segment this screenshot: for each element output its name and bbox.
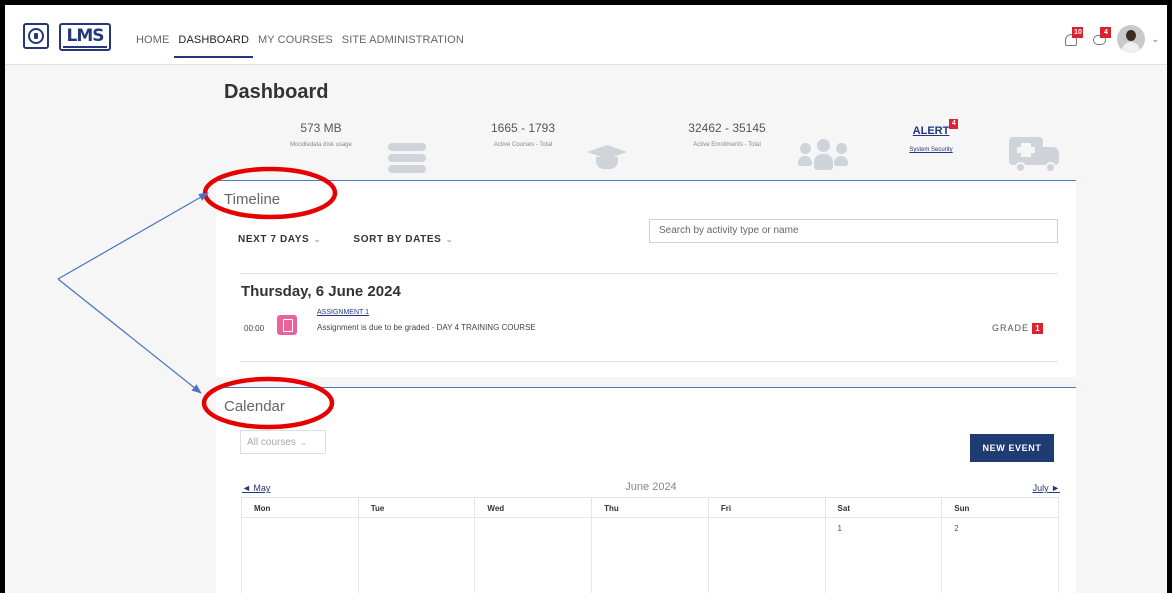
alert-label: ALERT [912, 125, 950, 137]
current-month: June 2024 [625, 481, 677, 493]
weekday-header: Tue [357, 497, 476, 518]
chevron-down-icon: ⌄ [445, 234, 454, 244]
divider [240, 361, 1058, 362]
chevron-down-icon: ⌄ [313, 234, 322, 244]
filter-days-dropdown[interactable]: NEXT 7 DAYS ⌄ [238, 234, 321, 245]
course-filter-value: All courses [247, 437, 296, 448]
messages-button[interactable]: 4 [1089, 27, 1112, 49]
stat-value: 573 MB [300, 121, 342, 135]
calendar-day-cell[interactable]: 1 [824, 517, 943, 593]
weekday-header: Thu [591, 497, 709, 518]
user-avatar[interactable] [1117, 25, 1146, 53]
timeline-date-heading: Thursday, 6 June 2024 [241, 283, 401, 300]
weekday-header: Mon [241, 497, 359, 518]
notifications-badge: 10 [1072, 27, 1084, 38]
filter-days-label: NEXT 7 DAYS [238, 234, 310, 245]
new-event-button[interactable]: NEW EVENT [970, 434, 1054, 462]
stats-strip: 573 MB Moodledata disk usage 1665 - 1793… [216, 115, 1076, 179]
lms-logo-text: LMS [66, 26, 105, 46]
users-icon [798, 139, 848, 171]
assignment-icon [277, 315, 297, 335]
calendar-day-cell[interactable]: 2 [941, 517, 1059, 593]
calendar-day-cell[interactable] [474, 517, 593, 593]
divider [240, 273, 1058, 274]
calendar-title: Calendar [224, 398, 285, 415]
grade-label: GRADE [992, 323, 1030, 333]
chevron-down-icon: ⌄ [299, 437, 308, 447]
top-navbar: LMS HOME DASHBOARD MY COURSES SITE ADMIN… [5, 5, 1167, 65]
weekday-header: Sat [824, 497, 943, 518]
next-month-label: July [1032, 483, 1049, 493]
alert-badge: 4 [949, 119, 959, 129]
next-month-link[interactable]: July ► [1033, 483, 1060, 493]
messages-badge: 4 [1100, 27, 1112, 38]
timeline-title: Timeline [224, 191, 281, 208]
stat-disk-usage: 573 MB Moodledata disk usage [246, 121, 396, 148]
nav-my-courses[interactable]: MY COURSES [258, 34, 333, 46]
calendar-day-cell[interactable] [357, 517, 476, 593]
institution-seal-logo[interactable] [23, 23, 49, 49]
event-description: Assignment is due to be graded · DAY 4 T… [317, 323, 536, 332]
main-region: Dashboard 573 MB Moodledata disk usage 1… [216, 65, 1076, 593]
calendar-block: Calendar All courses ⌄ NEW EVENT ◄ May Ju… [216, 387, 1076, 593]
event-name-link[interactable]: ASSIGNMENT 1 [317, 309, 369, 316]
nav-site-administration[interactable]: SITE ADMINISTRATION [342, 34, 464, 46]
event-time: 00:00 [244, 324, 265, 333]
nav-dashboard[interactable]: DASHBOARD [174, 34, 253, 58]
month-navigation: ◄ May June 2024 July ► [242, 481, 1060, 497]
calendar-week-row: 1 2 [241, 517, 1059, 593]
graduation-cap-icon [585, 145, 629, 171]
stat-label: Active Courses - Total [493, 142, 553, 148]
stat-value: 1665 - 1793 [490, 121, 556, 135]
stat-value: 32462 - 35145 [688, 121, 766, 135]
weekday-header: Sun [941, 497, 1059, 518]
calendar-day-cell[interactable] [707, 517, 826, 593]
timeline-block: Timeline NEXT 7 DAYS ⌄ SORT BY DATES ⌄ Sea… [216, 180, 1076, 377]
ambulance-icon [1009, 137, 1061, 173]
timeline-filters: NEXT 7 DAYS ⌄ SORT BY DATES ⌄ [238, 234, 454, 245]
alert-sublabel[interactable]: System Security [856, 147, 1006, 153]
lms-logo[interactable]: LMS [59, 23, 111, 51]
user-nav: 10 4 ⌄ [1061, 25, 1159, 53]
stat-alert[interactable]: ALERT 4 System Security [856, 119, 1006, 153]
sort-label: SORT BY DATES [353, 234, 442, 245]
sort-dropdown[interactable]: SORT BY DATES ⌄ [353, 234, 453, 245]
chevron-down-icon[interactable]: ⌄ [1151, 34, 1159, 45]
primary-nav: HOME DASHBOARD MY COURSES SITE ADMINISTR… [136, 34, 464, 58]
page-title: Dashboard [224, 81, 329, 103]
stat-label: Moodledata disk usage [290, 142, 352, 148]
stat-label: Active Enrollments - Total [693, 142, 761, 148]
nav-home[interactable]: HOME [136, 34, 169, 46]
alert-link[interactable]: ALERT 4 [912, 119, 959, 137]
browser-frame: LMS HOME DASHBOARD MY COURSES SITE ADMIN… [0, 0, 1172, 593]
weekday-header: Wed [474, 497, 593, 518]
grade-count-badge: 1 [1032, 323, 1044, 334]
calendar-grid: Mon Tue Wed Thu Fri Sat Sun 1 2 [241, 497, 1059, 593]
stat-active-enrollments: 32462 - 35145 Active Enrollments - Total [652, 121, 802, 148]
calendar-day-cell[interactable] [591, 517, 709, 593]
stat-active-courses: 1665 - 1793 Active Courses - Total [448, 121, 598, 148]
timeline-search-input[interactable]: Search by activity type or name [649, 219, 1058, 243]
notifications-button[interactable]: 10 [1061, 27, 1084, 49]
course-filter-select[interactable]: All courses ⌄ [240, 430, 326, 454]
weekday-header: Fri [707, 497, 826, 518]
database-icon [388, 143, 426, 173]
calendar-day-cell[interactable] [241, 517, 359, 593]
grade-action[interactable]: GRADE 1 [992, 323, 1044, 334]
